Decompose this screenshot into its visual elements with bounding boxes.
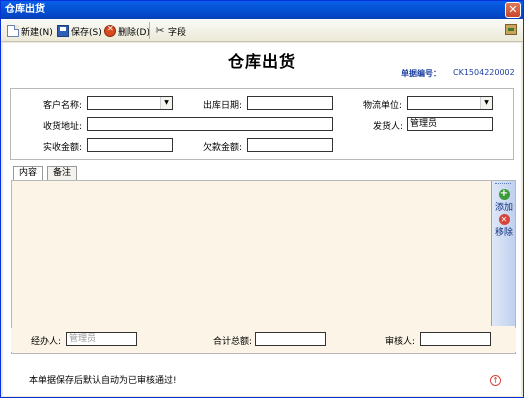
remove-button-label: 移除 bbox=[494, 228, 513, 238]
ship-date-label: 出库日期: bbox=[203, 101, 243, 111]
status-message: 本单据保存后默认自动为已审核通过! bbox=[29, 376, 177, 386]
toolbar-separator bbox=[149, 22, 150, 39]
tab-content[interactable]: 内容 bbox=[13, 166, 43, 181]
handler-label: 经办人: bbox=[31, 337, 62, 347]
add-button-label: 添加 bbox=[494, 203, 513, 213]
chevron-down-icon[interactable]: ▼ bbox=[160, 97, 172, 109]
delete-icon bbox=[104, 24, 116, 37]
received-amount-input[interactable] bbox=[87, 138, 173, 152]
customer-label: 客户名称: bbox=[43, 101, 83, 111]
save-button-label: 保存(S) bbox=[71, 27, 102, 38]
window: 仓库出货 ✕ 新建(N) 保存(S) 删除(D) ✂ 字段 仓库出货 单据编号：… bbox=[0, 0, 524, 398]
tab-notes[interactable]: 备注 bbox=[47, 166, 77, 180]
add-icon: + bbox=[498, 188, 510, 200]
save-icon bbox=[57, 25, 69, 37]
remove-icon: ✕ bbox=[498, 214, 510, 225]
owed-amount-input[interactable] bbox=[247, 138, 333, 152]
chevron-down-icon[interactable]: ▼ bbox=[480, 97, 492, 109]
shipper-label: 发货人: bbox=[373, 122, 404, 132]
logistics-select[interactable]: ▼ bbox=[407, 96, 493, 110]
field-button-label: 字段 bbox=[168, 27, 187, 38]
new-document-icon bbox=[7, 25, 19, 37]
tools-icon: ✂ bbox=[155, 24, 165, 37]
received-amount-label: 实收金额: bbox=[43, 143, 83, 153]
address-label: 收货地址: bbox=[43, 122, 83, 132]
window-title: 仓库出货 bbox=[5, 4, 45, 15]
field-button[interactable]: ✂ 字段 bbox=[154, 23, 186, 39]
side-action-panel: + 添加 ✕ 移除 bbox=[491, 181, 515, 326]
new-button[interactable]: 新建(N) bbox=[7, 23, 53, 39]
delete-button[interactable]: 删除(D) bbox=[104, 23, 150, 39]
form-panel: 客户名称: ▼ 出库日期: 物流单位: ▼ 收货地址: 发货人: 管理员 实收金… bbox=[10, 88, 514, 160]
add-button[interactable]: + 添加 bbox=[492, 188, 516, 214]
exit-icon[interactable] bbox=[505, 24, 517, 35]
toolbar: 新建(N) 保存(S) 删除(D) ✂ 字段 bbox=[1, 19, 523, 42]
document-number-value: CK1504220002 bbox=[453, 68, 515, 77]
owed-amount-label: 欠款金额: bbox=[203, 143, 243, 153]
customer-select[interactable]: ▼ bbox=[87, 96, 173, 110]
new-button-label: 新建(N) bbox=[21, 27, 53, 38]
auditor-label: 审核人: bbox=[385, 337, 416, 347]
main-content: 仓库出货 单据编号： CK1504220002 客户名称: ▼ 出库日期: 物流… bbox=[3, 43, 521, 396]
total-amount-input[interactable] bbox=[255, 332, 326, 346]
save-button[interactable]: 保存(S) bbox=[57, 23, 102, 39]
document-number-label: 单据编号： bbox=[401, 69, 441, 78]
shipper-input[interactable]: 管理员 bbox=[407, 117, 493, 131]
total-amount-label: 合计总额: bbox=[213, 337, 253, 347]
address-input[interactable] bbox=[87, 117, 333, 131]
close-button[interactable]: ✕ bbox=[505, 2, 521, 18]
title-bar: 仓库出货 ✕ bbox=[1, 1, 523, 19]
summary-row: 经办人: 管理员 合计总额: 审核人: bbox=[11, 328, 516, 352]
grip-handle[interactable] bbox=[495, 183, 511, 185]
help-icon[interactable]: ↑ bbox=[490, 375, 501, 386]
auditor-input[interactable] bbox=[420, 332, 491, 346]
delete-button-label: 删除(D) bbox=[118, 27, 150, 38]
logistics-label: 物流单位: bbox=[363, 101, 403, 111]
handler-input[interactable]: 管理员 bbox=[66, 332, 137, 346]
document-title: 仓库出货 bbox=[227, 52, 296, 71]
ship-date-input[interactable] bbox=[247, 96, 333, 110]
remove-button[interactable]: ✕ 移除 bbox=[492, 214, 516, 238]
